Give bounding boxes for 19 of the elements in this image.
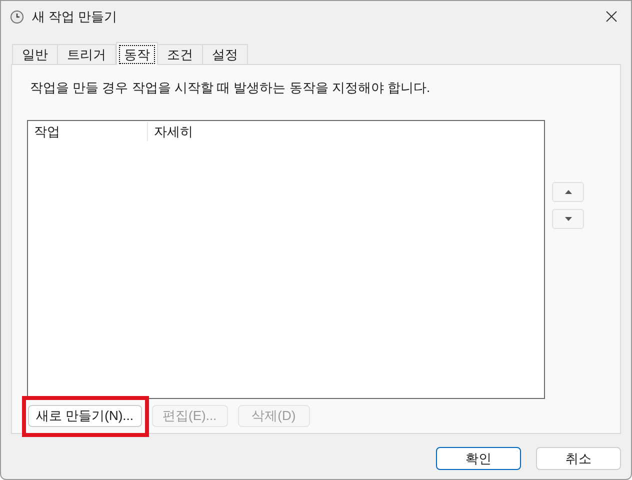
action-button[interactable]: 새로 만들기(N)... <box>28 404 142 426</box>
triangle-up-icon <box>564 190 572 194</box>
move-up-button[interactable] <box>552 182 584 202</box>
dialog-button[interactable]: 취소 <box>536 447 621 470</box>
action-list[interactable]: 작업 자세히 <box>27 120 545 398</box>
tab[interactable]: 동작 <box>116 42 158 65</box>
move-down-button[interactable] <box>552 208 584 228</box>
close-icon[interactable] <box>606 11 617 22</box>
description-text: 작업을 만들 경우 작업을 시작할 때 발생하는 동작을 지정해야 합니다. <box>30 79 432 97</box>
tab[interactable]: 조건 <box>157 44 203 64</box>
column-header[interactable]: 자세히 <box>148 122 193 142</box>
clock-icon <box>10 10 24 24</box>
column-header[interactable]: 작업 <box>28 122 148 142</box>
triangle-down-icon <box>564 216 572 220</box>
tab[interactable]: 설정 <box>202 44 248 64</box>
window-title: 새 작업 만들기 <box>32 8 118 26</box>
tab[interactable]: 트리거 <box>57 44 116 64</box>
tab[interactable]: 일반 <box>12 44 58 64</box>
dialog-button[interactable]: 확인 <box>436 447 521 470</box>
